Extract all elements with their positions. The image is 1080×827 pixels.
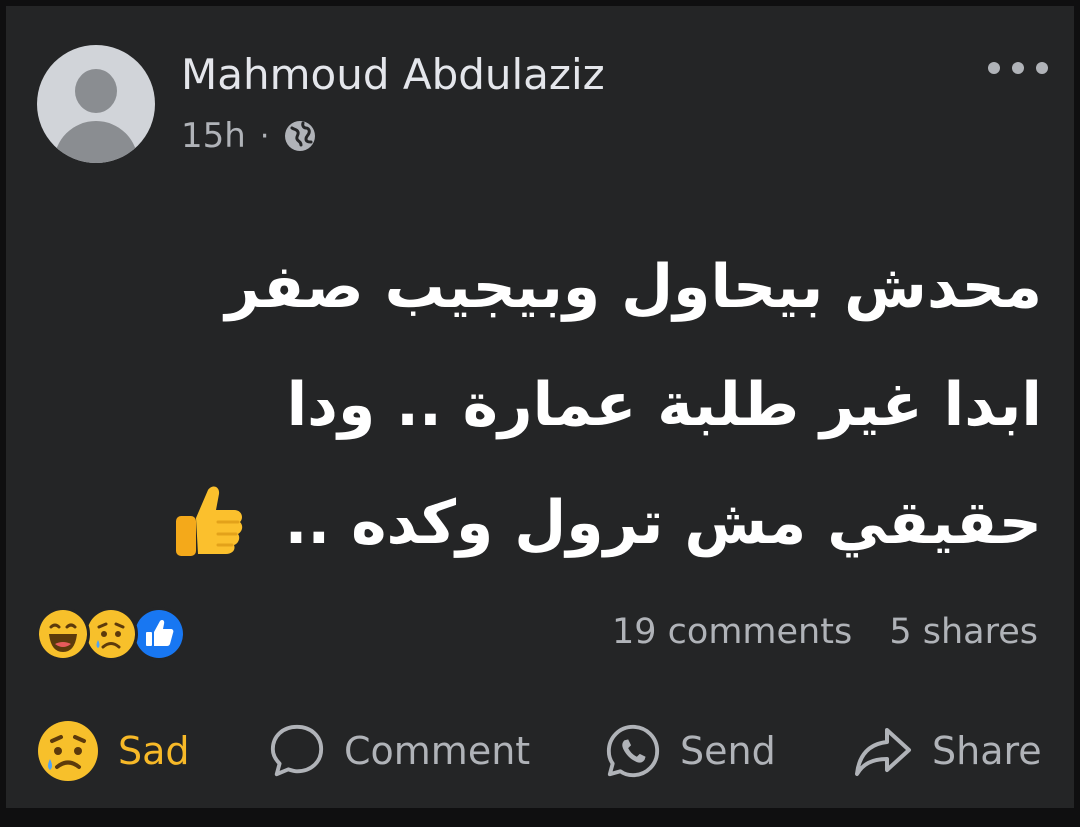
post-card: Mahmoud Abdulaziz 15h · محدش بيحاول وبيج…: [6, 6, 1074, 808]
share-label: Share: [932, 729, 1042, 773]
whatsapp-icon: [604, 722, 662, 780]
avatar-head: [75, 69, 117, 113]
like-reaction-icon: [132, 607, 186, 661]
sad-label: Sad: [118, 729, 190, 773]
post-time[interactable]: 15h: [181, 116, 246, 156]
thumbs-up-emoji: [168, 480, 248, 560]
author-name[interactable]: Mahmoud Abdulaziz: [181, 50, 605, 99]
sad-reaction-icon: [84, 607, 138, 661]
post-text-line: حقيقي مش ترول وكده ..: [284, 488, 1042, 558]
engagement-counts: 19 comments 5 shares: [612, 612, 1038, 652]
more-dot: [1036, 62, 1048, 74]
sad-reaction-icon: [36, 719, 100, 783]
share-arrow-icon: [852, 723, 914, 779]
sad-reaction-button[interactable]: Sad: [36, 706, 190, 796]
post-text-line: محدش بيحاول وبيجيب صفر: [225, 252, 1042, 322]
send-label: Send: [680, 729, 776, 773]
avatar[interactable]: [37, 45, 155, 163]
action-bar: Sad Comment Send Share: [6, 706, 1074, 796]
avatar-body: [54, 121, 138, 163]
shares-count[interactable]: 5 shares: [889, 612, 1038, 652]
globe-icon[interactable]: [283, 119, 317, 153]
haha-reaction-icon: [36, 607, 90, 661]
share-button[interactable]: Share: [852, 706, 1042, 796]
post-text: محدش بيحاول وبيجيب صفر ابدا غير طلبة عما…: [122, 228, 1042, 582]
post-text-line: ابدا غير طلبة عمارة .. ودا: [286, 370, 1042, 440]
more-options-icon[interactable]: [988, 48, 1048, 88]
comments-count[interactable]: 19 comments: [612, 612, 852, 652]
meta-separator: ·: [259, 118, 270, 154]
comment-icon: [268, 722, 326, 780]
screen-frame: Mahmoud Abdulaziz 15h · محدش بيحاول وبيج…: [0, 0, 1080, 827]
more-dot: [988, 62, 1000, 74]
send-button[interactable]: Send: [604, 706, 776, 796]
comment-label: Comment: [344, 729, 531, 773]
post-meta: 15h ·: [181, 116, 317, 156]
more-dot: [1012, 62, 1024, 74]
comment-button[interactable]: Comment: [268, 706, 530, 796]
